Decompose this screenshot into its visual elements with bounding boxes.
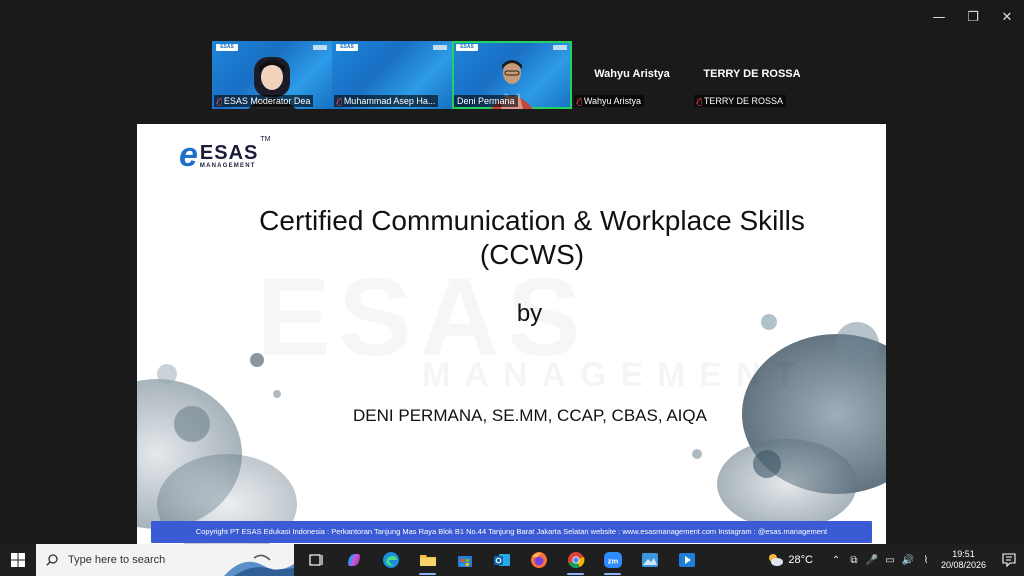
edge-button[interactable] (372, 544, 409, 576)
tile-logo-badge (313, 45, 327, 50)
logo-trademark: TM (260, 136, 271, 143)
logo-subtext: MANAGEMENT (199, 162, 256, 169)
participant-tile[interactable]: TERRY DE ROSSA 🎙̸ TERRY DE ROSSA (692, 41, 812, 109)
copilot-icon (347, 554, 360, 566)
participant-name-tag: Deni Permana (454, 95, 518, 107)
wifi-icon[interactable]: ⌇ (917, 555, 935, 566)
taskbar-apps: zm (298, 544, 705, 576)
participant-name: Wahyu Aristya (583, 96, 641, 106)
battery-icon[interactable]: ▭ (881, 555, 899, 566)
tile-logo: ESAS (216, 44, 238, 51)
media-player-icon (678, 553, 695, 567)
chevron-up-icon[interactable]: ⌃ (827, 555, 845, 566)
participant-display-name: Wahyu Aristya (594, 68, 670, 80)
photos-icon (641, 553, 658, 567)
edge-icon (382, 552, 399, 568)
slide-presenter: DENI PERMANA, SE.MM, CCAP, CBAS, AIQA (353, 406, 707, 425)
participant-tile-active-speaker[interactable]: ESAS Deni Permana (452, 41, 572, 109)
tile-logo: ESAS (336, 44, 358, 51)
chrome-icon (567, 552, 584, 569)
weather-widget[interactable]: 28°C (766, 553, 813, 567)
participant-tile[interactable]: ESAS 🎙̸ ESAS Moderator Dea (212, 41, 332, 109)
copilot-button[interactable] (335, 544, 372, 576)
search-highlight-art (224, 554, 294, 576)
weather-temperature: 28°C (788, 554, 813, 566)
shared-screen-slide: ESAS MANAGEMENT e ESAS MANAGEMENT TM Cer… (137, 124, 886, 545)
task-view-icon (308, 554, 323, 566)
mic-muted-icon: 🎙̸ (577, 96, 582, 106)
firefox-button[interactable] (520, 544, 557, 576)
volume-icon[interactable]: 🔊 (899, 555, 917, 566)
logo-text: ESAS (199, 141, 259, 164)
minimize-button[interactable]: — (922, 0, 956, 34)
weather-cloud-icon (769, 554, 784, 566)
photos-button[interactable] (631, 544, 668, 576)
start-button[interactable] (0, 544, 36, 576)
running-indicator (419, 573, 436, 575)
slide-title-line: (CCWS) (479, 239, 585, 271)
close-button[interactable]: ✕ (990, 0, 1024, 34)
mic-muted-icon: 🎙̸ (697, 96, 702, 106)
clock[interactable]: 19:51 20/08/2026 (941, 549, 986, 572)
participant-display-name: TERRY DE ROSSA (703, 68, 801, 80)
taskbar-search-box[interactable]: Type here to search (36, 544, 294, 576)
participant-tile[interactable]: Wahyu Aristya 🎙̸ Wahyu Aristya (572, 41, 692, 109)
zoom-icon: zm (603, 552, 622, 568)
tile-logo-badge (433, 45, 447, 50)
clock-time: 19:51 (952, 548, 975, 559)
window-controls: — ❐ ✕ (922, 0, 1024, 34)
chrome-button[interactable] (557, 544, 594, 576)
participant-name-tag: 🎙̸ ESAS Moderator Dea (214, 95, 314, 107)
notification-center-button[interactable] (994, 553, 1024, 567)
running-indicator (567, 573, 584, 575)
participant-name: Muhammad Asep Ha... (343, 96, 436, 106)
store-icon (457, 556, 472, 567)
outlook-button[interactable] (483, 544, 520, 576)
participant-name: ESAS Moderator Dea (223, 96, 311, 106)
store-button[interactable] (446, 544, 483, 576)
slide-title-line: Certified Communication & Workplace Skil… (259, 205, 805, 236)
slide-title: Certified Communication & Workplace Skil… (227, 204, 837, 272)
search-icon (46, 554, 58, 566)
participant-name: Deni Permana (457, 96, 515, 106)
firefox-icon (530, 552, 547, 568)
meet-now-icon[interactable]: ⧉ (845, 555, 863, 566)
esas-logo: e ESAS MANAGEMENT TM (179, 136, 271, 175)
participant-strip: ESAS 🎙̸ ESAS Moderator Dea ESAS 🎙̸ Muham… (212, 41, 812, 109)
system-tray: 28°C ⌃ ⧉ 🎤 ▭ 🔊 ⌇ 19:51 20/08/2026 (766, 544, 1024, 576)
svg-text:zm: zm (607, 557, 618, 566)
folder-icon (419, 555, 436, 566)
running-indicator (604, 573, 621, 575)
mic-muted-icon: 🎙̸ (337, 96, 342, 106)
file-explorer-button[interactable] (409, 544, 446, 576)
slide-by: by (516, 300, 543, 327)
participant-name-tag: 🎙̸ TERRY DE ROSSA (694, 95, 787, 107)
participant-name: TERRY DE ROSSA (703, 96, 784, 106)
tile-logo-badge (553, 45, 567, 50)
desktop-screen: — ❐ ✕ ESAS 🎙̸ ESAS Moderator Dea ESAS 🎙̸ (0, 0, 1024, 576)
windows-icon (11, 553, 25, 567)
taskbar: Type here to search zm 28°C ⌃ ⧉ 🎤 ▭ 🔊 ⌇ … (0, 544, 1024, 576)
outlook-icon (493, 554, 510, 566)
search-placeholder: Type here to search (68, 554, 166, 566)
restore-button[interactable]: ❐ (956, 0, 990, 34)
microphone-icon[interactable]: 🎤 (863, 555, 881, 566)
tile-logo: ESAS (456, 44, 478, 51)
slide-footer: Copyright PT ESAS Edukasi Indonesia : Pe… (151, 521, 872, 543)
mic-muted-icon: 🎙̸ (217, 96, 222, 106)
media-player-button[interactable] (668, 544, 705, 576)
esas-logo-mark: e (179, 136, 198, 174)
participant-tile[interactable]: ESAS 🎙̸ Muhammad Asep Ha... (332, 41, 452, 109)
notification-icon (1002, 553, 1016, 567)
participant-name-tag: 🎙̸ Wahyu Aristya (574, 95, 644, 107)
task-view-button[interactable] (298, 544, 335, 576)
participant-name-tag: 🎙̸ Muhammad Asep Ha... (334, 95, 439, 107)
slide-watermark-sub: MANAGEMENT (422, 356, 809, 395)
clock-date: 20/08/2026 (940, 560, 986, 570)
zoom-button[interactable]: zm (594, 544, 631, 576)
